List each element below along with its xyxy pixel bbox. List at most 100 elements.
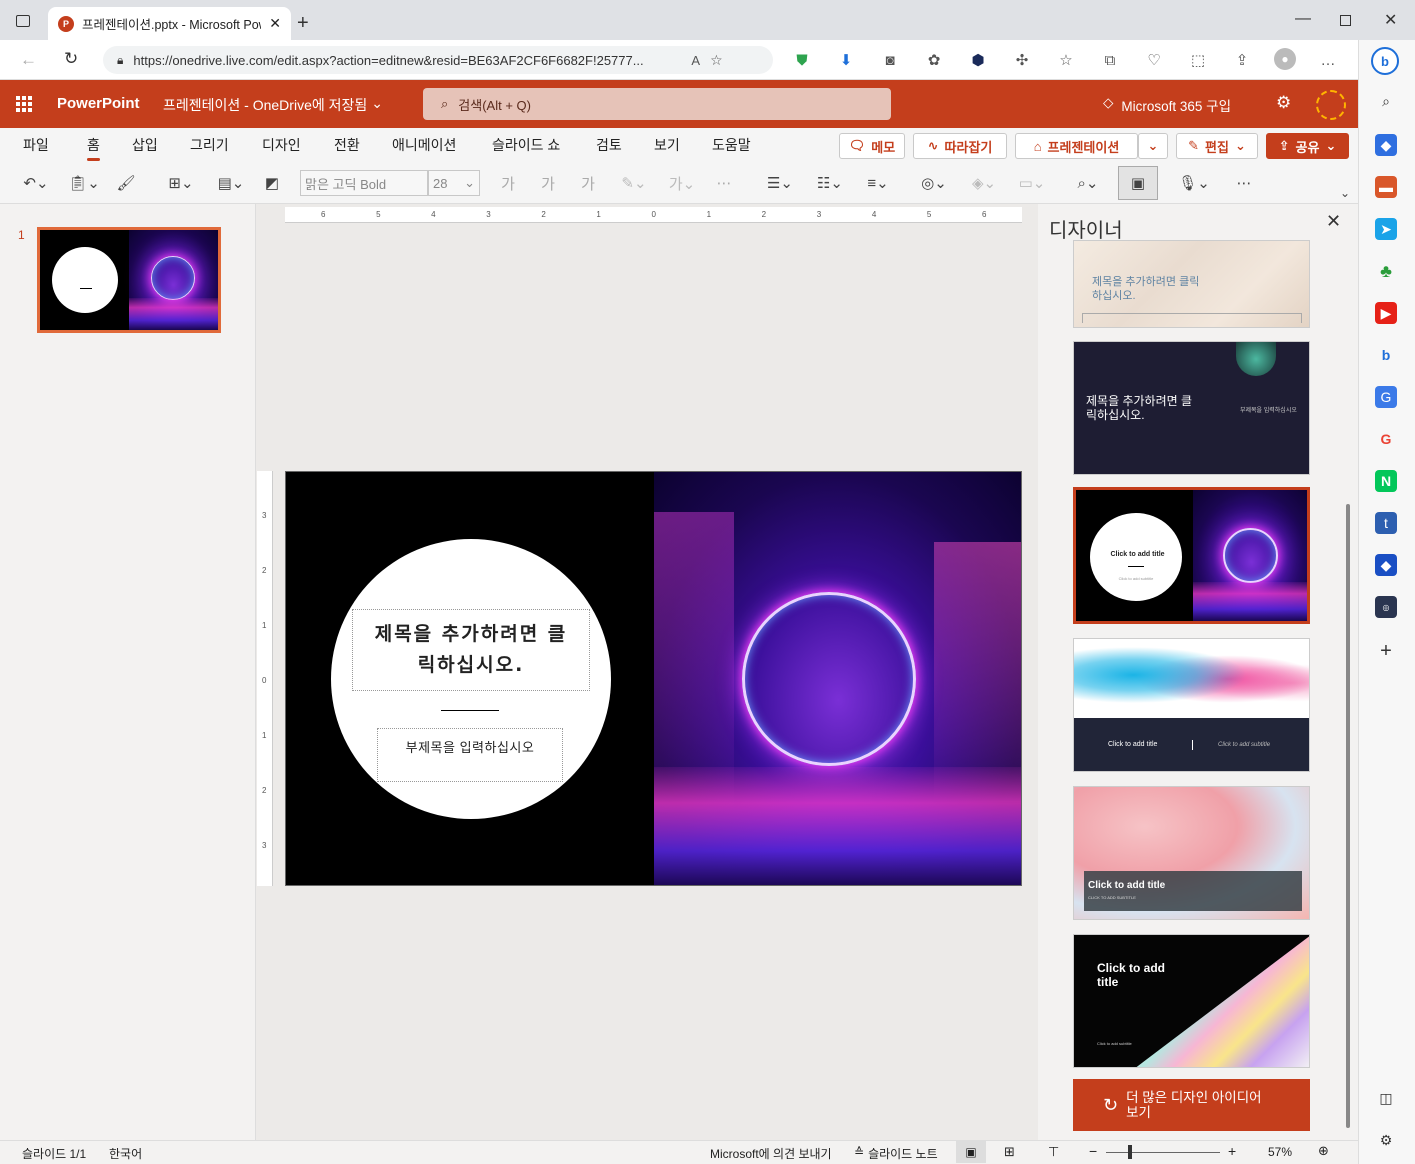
present-button[interactable]: ⌂ 프레젠테이션 [1015,133,1138,159]
read-aloud-icon[interactable]: A [691,53,700,68]
layout-icon[interactable]: ▤⌄ [210,170,252,196]
app-launcher-icon[interactable] [16,96,32,112]
download-extension-icon[interactable]: ⬇ [834,48,858,72]
sidebar-send-icon[interactable]: ➤ [1375,218,1397,240]
shapes-icon[interactable]: ◎⌄ [914,170,954,196]
sidebar-tag-icon[interactable]: ◆ [1375,134,1397,156]
design-idea-card[interactable]: Click to add title Click to add subtitle [1073,638,1310,772]
bullets-icon[interactable]: ☰⌄ [760,170,800,196]
tab-insert[interactable]: 삽입 [132,135,158,155]
close-window-icon[interactable]: ✕ [1384,10,1397,30]
new-slide-icon[interactable]: ⊞⌄ [160,170,202,196]
reading-view-icon[interactable]: ⊤ [1048,1144,1059,1160]
shield-extension-icon[interactable]: ⛊ [790,48,814,72]
zoom-level[interactable]: 57% [1268,1145,1292,1159]
font-color-icon[interactable]: 가⌄ [662,170,702,196]
format-painter-icon[interactable]: 🖌︎ [114,170,138,196]
align-icon[interactable]: ≡⌄ [858,170,898,196]
collapse-ribbon-icon[interactable]: ⌄ [1340,186,1350,200]
sidebar-bing-icon[interactable]: b [1375,344,1397,366]
language-indicator[interactable]: 한국어 [109,1145,142,1162]
tab-view[interactable]: 보기 [654,135,680,155]
openai-extension-icon[interactable]: ✿ [922,48,946,72]
favorites-icon[interactable]: ☆ [1054,48,1078,72]
shrink-font-icon[interactable]: 가 [534,170,562,196]
zoom-in-icon[interactable]: + [1228,1143,1236,1159]
browser-tab[interactable]: P 프레젠테이션.pptx - Microsoft PowerPoint ✕ [48,7,291,40]
sidebar-translate-icon[interactable]: G [1375,386,1397,408]
present-dropdown[interactable]: ⌄ [1138,133,1168,159]
sidebar-naver-icon[interactable]: N [1375,470,1397,492]
fit-slide-icon[interactable]: ⊕ [1318,1143,1329,1159]
puzzle-extensions-icon[interactable]: ✣ [1010,48,1034,72]
sidebar-openai-icon[interactable]: ◎ [1375,596,1397,618]
shape-outline-icon[interactable]: ▭⌄ [1012,170,1052,196]
zoom-slider[interactable] [1106,1145,1220,1159]
camera-extension-icon[interactable]: ◙ [878,48,902,72]
document-title[interactable]: 프레젠테이션 - OneDrive에 저장됨 ⌄ [163,95,383,115]
slide[interactable]: 제목을 추가하려면 클릭하십시오. 부제목을 입력하십시오 [285,471,1022,886]
numbering-icon[interactable]: ☷⌄ [810,170,850,196]
share-page-icon[interactable]: ⇪ [1230,48,1254,72]
catchup-button[interactable]: ∿ 따라잡기 [913,133,1007,159]
favorite-add-icon[interactable]: ☆ [710,52,723,69]
more-design-ideas-button[interactable]: ↻ 더 많은 디자인 아이디어 보기 [1073,1079,1310,1131]
tab-review[interactable]: 검토 [596,135,622,155]
slide-sorter-icon[interactable]: ⊞ [1004,1144,1015,1160]
close-designer-icon[interactable]: ✕ [1326,211,1341,232]
sidebar-settings-icon[interactable]: ⚙ [1375,1129,1397,1151]
highlight-icon[interactable]: ✎⌄ [614,170,654,196]
design-idea-card[interactable]: Click to add title Click to add subtitle [1073,934,1310,1068]
maximize-icon[interactable] [1340,15,1351,26]
url-field[interactable]: 🔒︎ https://onedrive.live.com/edit.aspx?a… [103,46,773,74]
sidebar-teams-icon[interactable]: t [1375,512,1397,534]
zoom-slider-thumb[interactable] [1128,1145,1132,1159]
memo-button[interactable]: 🗨︎ 메모 [839,133,905,159]
account-avatar[interactable] [1316,90,1346,120]
design-idea-card[interactable]: 제목을 추가하려면 클릭하십시오. 부제목을 입력하십시오 [1073,341,1310,475]
edit-mode-button[interactable]: ✎ 편집 ⌄ [1176,133,1258,159]
paste-icon[interactable]: 📋︎⌄ [66,170,102,196]
close-tab-icon[interactable]: ✕ [269,15,281,32]
tab-actions-icon[interactable] [16,15,30,27]
sidebar-tools-icon[interactable]: ▬ [1375,176,1397,198]
font-size-select[interactable]: 28 ⌄ [428,170,480,196]
background-icon[interactable]: ◩ [258,170,286,196]
settings-icon[interactable]: ⚙ [1276,93,1291,113]
designer-scrollbar[interactable] [1346,504,1350,1128]
designer-icon[interactable]: ▣ [1118,166,1158,200]
sidebar-google-icon[interactable]: G [1375,428,1397,450]
tab-draw[interactable]: 그리기 [190,135,229,155]
sidebar-cube-icon[interactable]: ◆ [1375,554,1397,576]
refresh-icon[interactable]: ↻ [64,49,78,69]
share-button[interactable]: ⇪ 공유 ⌄ [1266,133,1349,159]
new-tab-icon[interactable]: + [297,12,309,35]
design-idea-card-selected[interactable]: Click to add title Click to add subtitle [1073,487,1310,624]
design-idea-card[interactable]: 제목을 추가하려면 클릭하십시오. [1073,240,1310,328]
browser-menu-icon[interactable]: … [1316,48,1340,72]
zoom-out-icon[interactable]: − [1089,1143,1097,1159]
sidebar-youtube-icon[interactable]: ▶ [1375,302,1397,324]
collections-icon[interactable]: ⧉ [1098,48,1122,72]
dictate-icon[interactable]: 🎙︎⌄ [1174,170,1214,196]
grow-font-icon[interactable]: 가 [494,170,522,196]
normal-view-icon[interactable]: ▣ [956,1141,986,1163]
sidebar-add-icon[interactable]: + [1375,640,1397,662]
shape-fill-icon[interactable]: ◈⌄ [964,170,1004,196]
app-name[interactable]: PowerPoint [57,95,140,112]
slide-thumbnail[interactable] [37,227,221,333]
sidebar-layout-icon[interactable]: ◫ [1375,1087,1397,1109]
notes-toggle[interactable]: ≙ 슬라이드 노트 [854,1145,938,1162]
bing-copilot-icon[interactable]: b [1371,47,1399,75]
search-box[interactable]: ⌕ 검색(Alt + Q) [423,88,891,120]
more-options-icon[interactable]: ⋯ [1230,170,1258,196]
browser-essentials-icon[interactable]: ♡ [1142,48,1166,72]
sidebar-tree-icon[interactable]: ♣ [1375,260,1397,282]
design-idea-card[interactable]: Click to add title CLICK TO ADD SUBTITLE [1073,786,1310,920]
find-icon[interactable]: ⌕⌄ [1068,170,1108,196]
screenshot-icon[interactable]: ⬚ [1186,48,1210,72]
buy-m365-link[interactable]: ◇ Microsoft 365 구입 [1103,95,1231,115]
back-icon[interactable]: ← [20,50,37,70]
profile-avatar-icon[interactable]: ● [1274,48,1296,70]
title-placeholder[interactable]: 제목을 추가하려면 클릭하십시오. [352,609,590,691]
